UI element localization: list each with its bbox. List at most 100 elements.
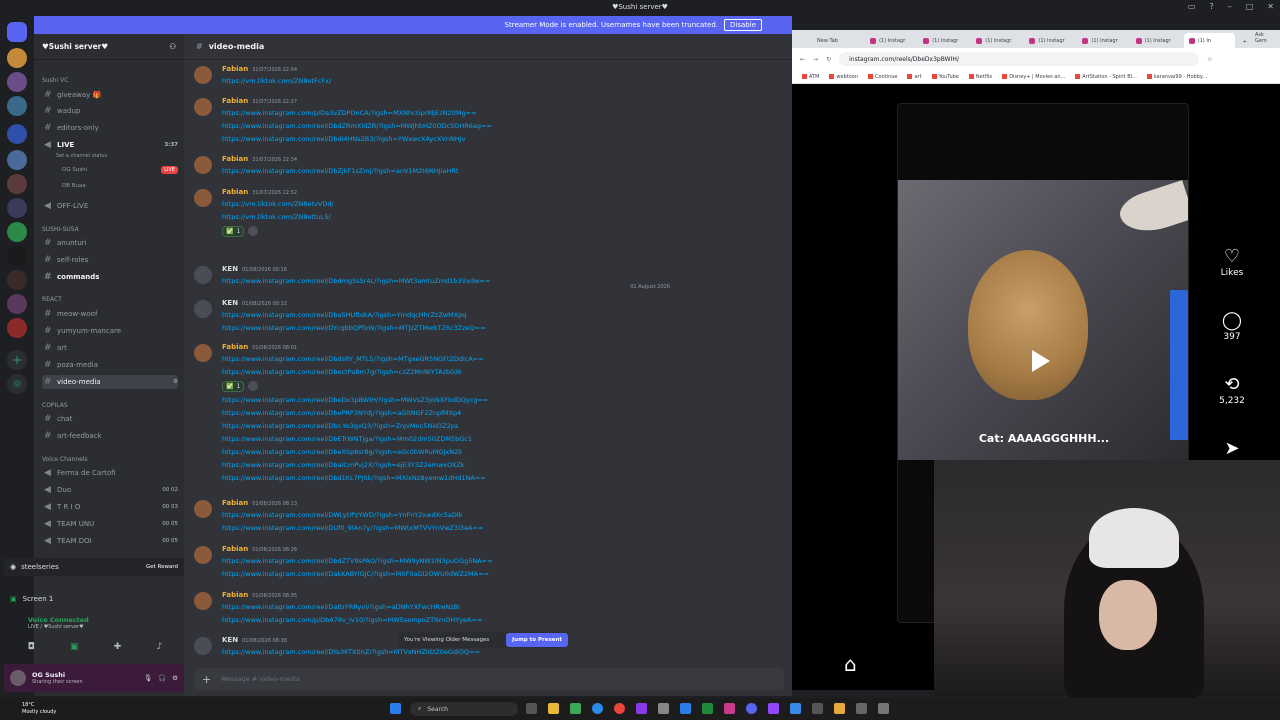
server-icon[interactable]: [7, 318, 27, 338]
message-link[interactable]: https://www.instagram.com/reel/DbZjkF1sZ…: [222, 165, 458, 178]
settings-icon[interactable]: ⚙: [173, 379, 178, 385]
server-icon[interactable]: [7, 96, 27, 116]
app-icon[interactable]: [658, 703, 669, 714]
new-tab-icon[interactable]: +: [1243, 39, 1247, 45]
start-icon[interactable]: [390, 703, 401, 714]
discord-icon[interactable]: [746, 703, 757, 714]
message-link[interactable]: https://www.instagram.com/reel/DattrFRRy…: [222, 601, 482, 614]
disable-button[interactable]: Disable: [724, 19, 762, 31]
help-icon[interactable]: ?: [1209, 2, 1213, 11]
channel-giveaway[interactable]: # giveaway 🎁: [42, 88, 178, 102]
browser-tab[interactable]: (1) Instagr: [971, 33, 1022, 48]
server-icon[interactable]: [7, 270, 27, 290]
channel-status[interactable]: Set a channel status: [42, 149, 178, 163]
server-icon[interactable]: [7, 48, 27, 68]
avatar[interactable]: [194, 592, 212, 610]
excel-icon[interactable]: [702, 703, 713, 714]
explore-icon[interactable]: ◎: [7, 374, 27, 394]
add-member-icon[interactable]: ⚇: [169, 42, 176, 51]
message-author[interactable]: Fabian: [222, 65, 248, 73]
jump-to-present-button[interactable]: Jump to Present: [506, 633, 568, 647]
message-author[interactable]: Fabian: [222, 155, 248, 163]
voice-user[interactable]: OG Sushi LIVE: [42, 163, 178, 177]
server-icon[interactable]: [7, 198, 27, 218]
bookmark-item[interactable]: ATM: [802, 74, 819, 80]
repost-button[interactable]: ⟲ 5,232: [1212, 374, 1252, 406]
message-author[interactable]: Fabian: [222, 545, 248, 553]
category-sushi-vc[interactable]: Sushi VC: [42, 77, 68, 84]
steelseries-promo[interactable]: ◉ steelseries Get Reward: [4, 558, 184, 576]
browser-tab[interactable]: (1) Instagr: [1131, 33, 1182, 48]
avatar[interactable]: [194, 98, 212, 116]
browser-tab[interactable]: (1) Instagr: [1077, 33, 1128, 48]
server-icon[interactable]: [7, 246, 27, 266]
camera-icon[interactable]: ◘: [28, 642, 35, 658]
server-icon[interactable]: [7, 174, 27, 194]
app-icon[interactable]: [636, 703, 647, 714]
message-link[interactable]: https://www.instagram.com/reel/DakKABYlG…: [222, 568, 493, 581]
reload-icon[interactable]: ↻: [826, 56, 831, 63]
twitch-icon[interactable]: [768, 703, 779, 714]
server-icon[interactable]: [7, 222, 27, 242]
category-voice-channels[interactable]: Voice Channels: [42, 456, 88, 463]
message-link[interactable]: https://www.instagram.com/reel/DbaSHUfto…: [222, 309, 486, 322]
channel-poza-media[interactable]: # poza-media: [42, 358, 178, 372]
reaction-check[interactable]: ✅ 1: [222, 381, 245, 392]
voice-channel-trio[interactable]: ◀ T R I O 00 03: [42, 500, 178, 514]
voice-channel-name[interactable]: LIVE / ♥Sushi server♥: [28, 624, 178, 630]
add-server-icon[interactable]: +: [7, 350, 27, 370]
message-link[interactable]: https://www.instagram.com/reel/DbdsRY_MT…: [222, 353, 484, 366]
app-icon[interactable]: [680, 703, 691, 714]
bookmark-item[interactable]: Netflix: [968, 74, 992, 80]
message-link[interactable]: https://www.instagram.com/reel/DbdZRmXld…: [222, 120, 492, 133]
bookmark-item[interactable]: webtoon: [829, 74, 858, 80]
message-input[interactable]: + Message # video-media: [194, 668, 784, 690]
message-author[interactable]: KEN: [222, 265, 238, 273]
app-icon[interactable]: [834, 703, 845, 714]
address-input[interactable]: instagram.com/reels/DbeDx3pBWIH/: [839, 52, 1200, 66]
reaction-check[interactable]: ✅ 1: [222, 226, 245, 237]
discord-home-icon[interactable]: [7, 22, 27, 42]
file-explorer-icon[interactable]: [548, 703, 559, 714]
category-sushi-susa[interactable]: SUSHI-SUSA: [42, 226, 79, 233]
home-icon[interactable]: ⌂: [844, 652, 857, 676]
add-reaction-icon[interactable]: [248, 381, 259, 391]
add-reaction-icon[interactable]: [248, 226, 259, 236]
voice-channel-team-doi[interactable]: ◀ TEAM DOI 00 05: [42, 534, 178, 548]
server-icon[interactable]: [7, 294, 27, 314]
reel-video[interactable]: [898, 180, 1188, 460]
bookmark-item[interactable]: ArtStation - Spirit Bl...: [1075, 74, 1137, 80]
get-reward-button[interactable]: Get Reward: [146, 564, 178, 570]
ask-gemini-button[interactable]: Ask Gem: [1255, 32, 1280, 44]
browser-tab[interactable]: (1) Instagr: [918, 33, 969, 48]
share-button[interactable]: ➤: [1212, 438, 1252, 460]
microphone-icon[interactable]: 🎙: [144, 674, 152, 682]
channel-self-roles[interactable]: # self-roles: [42, 253, 178, 267]
channel-art-feedback[interactable]: # art-feedback: [42, 429, 178, 443]
avatar[interactable]: [194, 300, 212, 318]
settings-icon[interactable]: [878, 703, 889, 714]
avatar[interactable]: [194, 546, 212, 564]
bookmark-item[interactable]: YouTube: [931, 74, 959, 80]
stream-preview[interactable]: ▣ Screen 1: [4, 590, 184, 608]
channel-commands[interactable]: # commands: [42, 270, 178, 284]
browser-tab[interactable]: (1) Instagr: [865, 33, 916, 48]
browser-tab[interactable]: New Tab: [812, 33, 863, 48]
message-link[interactable]: https://www.instagram.com/reel/Dbc-Yo3gx…: [222, 420, 488, 433]
forward-icon[interactable]: →: [813, 56, 818, 63]
browser-tab[interactable]: (1) In: [1183, 33, 1235, 48]
avatar[interactable]: [194, 189, 212, 207]
bookmark-item[interactable]: art: [907, 74, 922, 80]
server-header[interactable]: ♥Sushi server♥ ⚇: [34, 34, 184, 60]
voice-channel-off-live[interactable]: ◀ OFF-LIVE: [42, 199, 178, 213]
message-link[interactable]: https://www.instagram.com/reel/DWLytIPzY…: [222, 509, 483, 522]
message-author[interactable]: Fabian: [222, 591, 248, 599]
message-link[interactable]: https://www.instagram.com/reel/DbePRP3NY…: [222, 407, 488, 420]
soundboard-icon[interactable]: ♪: [157, 642, 163, 658]
message-link[interactable]: https://www.instagram.com/p/DbA78v_Iv10/…: [222, 614, 482, 627]
weather-widget[interactable]: 18°C Mostly cloudy: [22, 702, 56, 716]
category-react[interactable]: REACT: [42, 296, 62, 303]
close-icon[interactable]: ✕: [1267, 2, 1274, 11]
chrome-icon[interactable]: [614, 703, 625, 714]
app-icon[interactable]: [790, 703, 801, 714]
